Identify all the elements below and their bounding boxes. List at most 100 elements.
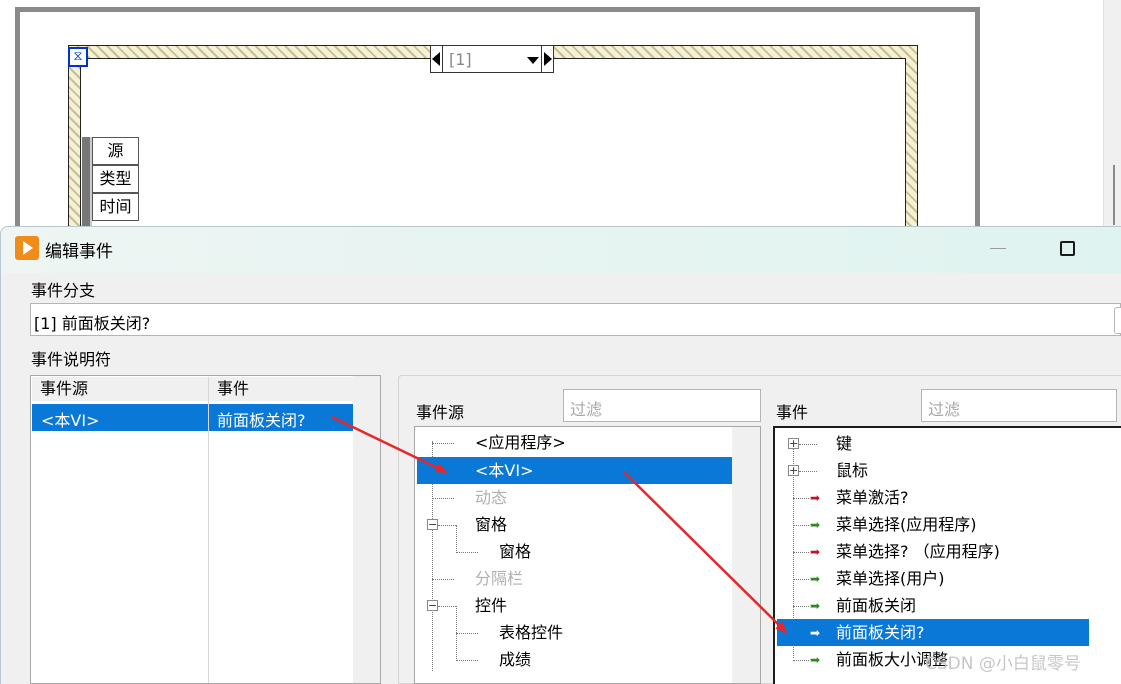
source-item-pane-child[interactable]: 窗格 [415,538,732,565]
labview-app-icon [15,236,39,260]
maximize-icon[interactable] [1060,241,1075,256]
event-label: 键 [836,434,853,453]
source-label: 动态 [475,488,508,507]
diagram-scrollbar[interactable] [1103,0,1121,230]
event-item-menu-select-app[interactable]: ➡ 菜单选择(应用程序) [775,511,1091,538]
terminal-type[interactable]: 类型 [92,165,139,193]
events-tree[interactable]: + 键 + 鼠标 ➡ 菜单激活? ➡ 菜单选择(应用程序) ➡ 菜单选择? （应… [773,426,1121,684]
source-item-table-control[interactable]: 表格控件 [415,619,732,646]
cell-source: <本VI> [41,411,100,430]
tree-line [793,579,809,580]
event-structure-interior [80,58,906,248]
table-row-event[interactable]: 前面板关闭? [209,404,353,431]
source-label: 分隔栏 [475,569,524,588]
increment-arrow-icon[interactable] [544,52,552,66]
dialog-titlebar[interactable] [1,227,1121,273]
tree-line [456,633,478,634]
tree-line [793,552,809,553]
tree-line [438,525,456,526]
filter-event-arrow-icon: ➡ [810,626,821,640]
column-header-event[interactable]: 事件 [209,377,361,401]
event-label: 菜单选择(应用程序) [836,515,977,534]
event-item-key[interactable]: + 键 [775,430,1091,457]
source-label: <本VI> [475,461,534,480]
tree-line [793,660,809,661]
decrement-arrow-icon[interactable] [432,52,440,66]
tree-line [432,498,454,499]
tree-line [456,552,478,553]
event-item-panel-close-filter[interactable]: ➡ 前面板关闭? [777,619,1089,646]
source-item-this-vi[interactable]: <本VI> [417,457,732,484]
tree-line [456,660,478,661]
source-item-dynamic[interactable]: 动态 [415,484,732,511]
source-item-splitter[interactable]: 分隔栏 [415,565,732,592]
event-item-menu-select-app-filter[interactable]: ➡ 菜单选择? （应用程序) [775,538,1091,565]
tree-line [793,525,809,526]
source-item-controls[interactable]: − 控件 [415,592,732,661]
source-item-app[interactable]: <应用程序> [415,429,732,456]
source-item-pane[interactable]: − 窗格 [415,511,732,553]
event-label: 前面板关闭 [836,596,917,615]
event-item-menu-select-user[interactable]: ➡ 菜单选择(用户) [775,565,1091,592]
expand-icon[interactable]: + [788,438,799,449]
cell-event: 前面板关闭? [217,411,306,430]
notify-event-arrow-icon: ➡ [810,518,821,532]
notify-event-arrow-icon: ➡ [810,599,821,613]
tree-line [799,471,817,472]
event-item-panel-close[interactable]: ➡ 前面板关闭 [775,592,1091,619]
event-specifiers-table[interactable]: 事件源 事件 <本VI> 前面板关闭? [30,375,381,684]
sources-tree[interactable]: <应用程序> <本VI> 动态 − 窗格 窗格 分隔栏 − 控件 表格控件 成绩 [414,426,761,684]
event-item-menu-activation[interactable]: ➡ 菜单激活? [775,484,1091,511]
hourglass-icon: ⧖ [68,47,88,67]
watermark: CSDN @小白鼠零号 [925,654,1081,674]
collapse-icon[interactable]: − [427,519,438,530]
event-label: 菜单选择? （应用程序) [836,542,1000,561]
tree-line [799,444,817,445]
sources-scrollbar[interactable] [732,427,760,683]
terminal-time[interactable]: 时间 [92,193,139,221]
table-row-source[interactable]: <本VI> [32,404,208,431]
sources-filter-placeholder: 过滤 [570,400,603,419]
event-label: 菜单激活? [836,488,909,507]
tree-line [793,498,809,499]
events-filter-input[interactable]: 过滤 [921,389,1117,422]
scrollbar-thumb[interactable] [1113,165,1115,225]
specifiers-label: 事件说明符 [31,350,112,369]
event-case-field[interactable]: [1] 前面板关闭? [30,303,1121,336]
source-label: <应用程序> [475,433,566,452]
source-item-score[interactable]: 成绩 [415,646,732,673]
source-label: 窗格 [499,542,532,561]
column-header-source[interactable]: 事件源 [32,377,216,401]
case-selector-label: [1] [449,50,472,69]
dialog-title: 编辑事件 [45,242,113,262]
event-case-selector[interactable]: [1] [430,45,554,73]
event-label: 菜单选择(用户) [836,569,945,588]
tree-line [432,579,454,580]
minimize-icon[interactable] [990,248,1006,249]
terminal-source[interactable]: 源 [92,137,139,165]
expand-icon[interactable]: + [788,465,799,476]
filter-event-arrow-icon: ➡ [810,545,821,559]
source-label: 窗格 [475,515,508,534]
divider [442,46,443,72]
notify-event-arrow-icon: ➡ [810,572,821,586]
event-data-node-handle[interactable] [82,137,92,227]
dropdown-arrow-icon[interactable] [527,57,539,64]
events-filter-placeholder: 过滤 [928,400,961,419]
tree-line [793,606,809,607]
collapse-icon[interactable]: − [427,600,438,611]
source-label: 控件 [475,596,508,615]
event-case-label: 事件分支 [31,281,96,300]
event-case-value: [1] 前面板关闭? [34,314,151,333]
table-scrollbar[interactable] [353,376,380,683]
sources-filter-input[interactable]: 过滤 [563,389,761,422]
sources-label: 事件源 [416,403,465,422]
events-label: 事件 [776,403,809,422]
notify-event-arrow-icon: ➡ [810,653,821,667]
event-case-dropdown-button[interactable] [1114,307,1121,334]
source-label: 表格控件 [499,623,564,642]
tree-line [438,606,456,607]
tree-line [432,443,454,444]
event-item-mouse[interactable]: + 鼠标 [775,457,1091,484]
event-label: 前面板关闭? [836,623,925,642]
